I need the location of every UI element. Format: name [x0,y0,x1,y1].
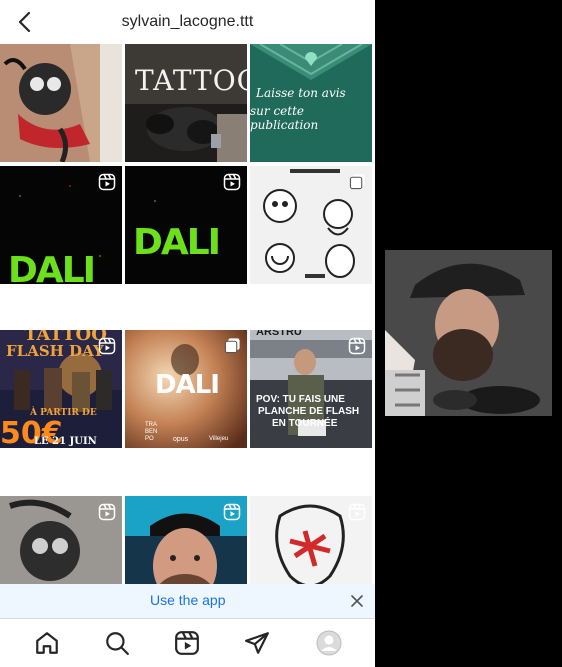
tile-text-dali: DALI [8,250,96,284]
instagram-profile-web: sylvain_lacogne.ttt TATTO Laisse ton avi… [0,0,375,667]
tattoo-artist-photo [125,44,247,162]
search-icon[interactable] [104,630,130,656]
reels-icon [98,503,116,521]
grid-post-4[interactable]: DALI [0,166,122,284]
reels-icon [348,503,366,521]
bottom-nav [0,618,375,667]
tattoo-artist-preview [385,250,552,416]
tile-text-arstru: ARSTRU [256,330,302,338]
grid-post-2[interactable]: TATTOO [125,44,247,162]
direct-icon[interactable] [244,630,270,656]
tattoo-arm-image [0,44,122,162]
tile-text-opus: opus [173,436,189,443]
profile-username-title: sylvain_lacogne.ttt [121,13,254,30]
tile-text-planche: PLANCHE DE FLASH [258,406,360,417]
tile-text-tattoo: TATTOO [135,64,247,97]
carousel-icon [349,174,365,190]
profile-avatar-icon[interactable] [316,630,342,656]
green-card-image [250,44,372,162]
carousel-icon [224,338,240,354]
home-icon[interactable] [34,630,60,656]
tile-text-publication: sur cette publication [250,104,319,132]
reels-icon [98,337,116,355]
reels-icon [98,173,116,191]
reels-icon [223,173,241,191]
tile-text-tournee: EN TOURNÉE [272,418,338,429]
grid-post-5[interactable]: DALI [125,166,247,284]
profile-header: sylvain_lacogne.ttt [0,0,375,44]
tile-text-pov: POV: TU FAIS UNE [256,394,345,405]
grid-post-8[interactable]: DALI TRA BEN PO opus Villejeu [125,330,247,448]
tile-text-laisse: Laisse ton avis [256,86,346,100]
reels-icon [348,337,366,355]
tile-text-villejeu: Villejeu [209,436,229,442]
use-app-banner: Use the app [0,584,375,618]
grid-post-7[interactable]: TATTOO FLASH DAY À PARTIR DE 50€ LE 21 J… [0,330,122,448]
grid-post-3[interactable]: Laisse ton avis sur cette publication [250,44,372,162]
post-preview-image [385,250,552,416]
tile-text-date: LE 21 JUIN [34,436,97,447]
use-app-link[interactable]: Use the app [150,592,226,608]
close-icon[interactable] [349,593,365,609]
tile-text-flash-day: FLASH DAY [6,342,104,360]
tile-text-small: TRA BEN PO [145,422,158,442]
reels-icon [223,503,241,521]
tile-text-dali: DALI [155,370,220,400]
tile-text-dali: DALI [133,222,221,263]
grid-post-1[interactable] [0,44,122,162]
grid-post-6[interactable] [250,166,372,284]
grid-post-9[interactable]: ARSTRU POV: TU FAIS UNE PLANCHE DE FLASH… [250,330,372,448]
reels-icon[interactable] [174,630,200,656]
